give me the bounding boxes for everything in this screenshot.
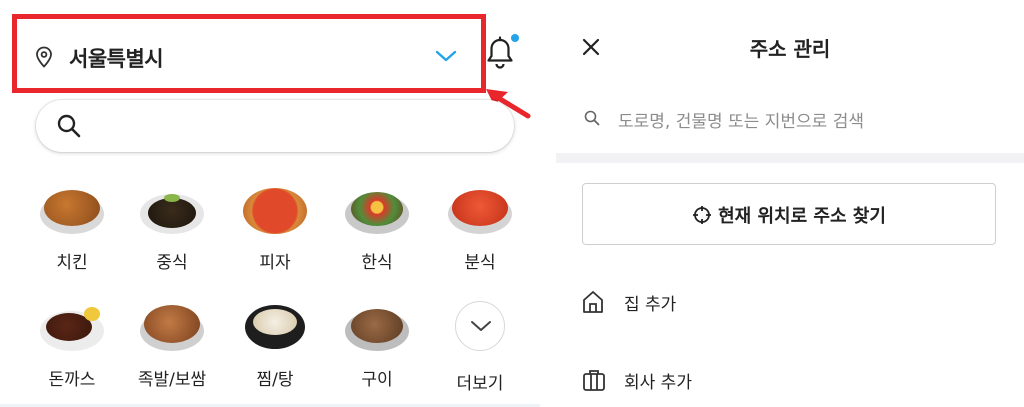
briefcase-icon (583, 370, 605, 391)
search-icon (584, 110, 600, 126)
category-label: 구이 (361, 370, 393, 390)
snack-food-image (446, 180, 514, 236)
category-stew[interactable]: 찜/탕 (225, 297, 325, 390)
category-label: 돈까스 (48, 370, 96, 390)
chevron-down-icon (435, 50, 457, 62)
notification-dot (511, 34, 519, 42)
category-label: 중식 (156, 253, 188, 273)
category-chicken[interactable]: 치킨 (22, 180, 122, 273)
category-more[interactable]: 더보기 (430, 297, 530, 394)
grill-food-image (343, 297, 411, 353)
location-selector[interactable]: 서울특별시 (12, 14, 486, 93)
pork-cutlet-food-image (38, 297, 106, 353)
home-screen: 서울특별시 치킨 중식 피자 한식 분식 돈까스 족발/보쌈 찜/탕 구이 더보… (0, 0, 540, 407)
location-pin-icon (36, 46, 52, 68)
more-button[interactable] (455, 301, 505, 351)
category-chinese[interactable]: 중식 (122, 180, 222, 273)
add-work-label: 회사 추가 (624, 373, 692, 393)
add-work-item[interactable]: 회사 추가 (582, 368, 782, 394)
add-home-item[interactable]: 집 추가 (582, 290, 782, 316)
category-korean[interactable]: 한식 (327, 180, 427, 273)
search-icon (57, 114, 81, 138)
search-bar[interactable] (36, 100, 514, 152)
stew-food-image (241, 297, 309, 353)
category-pork-cutlet[interactable]: 돈까스 (22, 297, 122, 390)
category-jokbal[interactable]: 족발/보쌈 (122, 297, 222, 390)
category-grill[interactable]: 구이 (327, 297, 427, 390)
home-icon (583, 291, 603, 313)
jokbal-food-image (138, 297, 206, 353)
pizza-food-image (241, 180, 309, 236)
section-divider (556, 153, 1024, 163)
category-label: 피자 (259, 253, 291, 273)
chicken-food-image (38, 180, 106, 236)
page-title: 주소 관리 (749, 37, 831, 61)
category-pizza[interactable]: 피자 (225, 180, 325, 273)
chinese-food-image (138, 180, 206, 236)
current-location-button[interactable]: 현재 위치로 주소 찾기 (582, 183, 996, 245)
category-label: 한식 (361, 253, 393, 273)
add-home-label: 집 추가 (624, 295, 677, 315)
bell-icon[interactable] (486, 36, 514, 70)
location-label: 서울특별시 (69, 47, 164, 71)
crosshair-icon (693, 206, 712, 224)
current-location-label: 현재 위치로 주소 찾기 (718, 206, 886, 227)
category-label: 더보기 (456, 374, 504, 394)
category-label: 찜/탕 (256, 370, 294, 390)
category-label: 치킨 (56, 253, 88, 273)
korean-food-image (343, 180, 411, 236)
chevron-down-icon (471, 321, 491, 331)
category-label: 족발/보쌈 (137, 370, 207, 390)
address-management-screen: 주소 관리 도로명, 건물명 또는 지번으로 검색 현재 위치로 주소 찾기 집… (556, 0, 1024, 407)
address-search-input[interactable]: 도로명, 건물명 또는 지번으로 검색 (618, 107, 864, 132)
category-snack[interactable]: 분식 (430, 180, 530, 273)
category-label: 분식 (464, 253, 496, 273)
